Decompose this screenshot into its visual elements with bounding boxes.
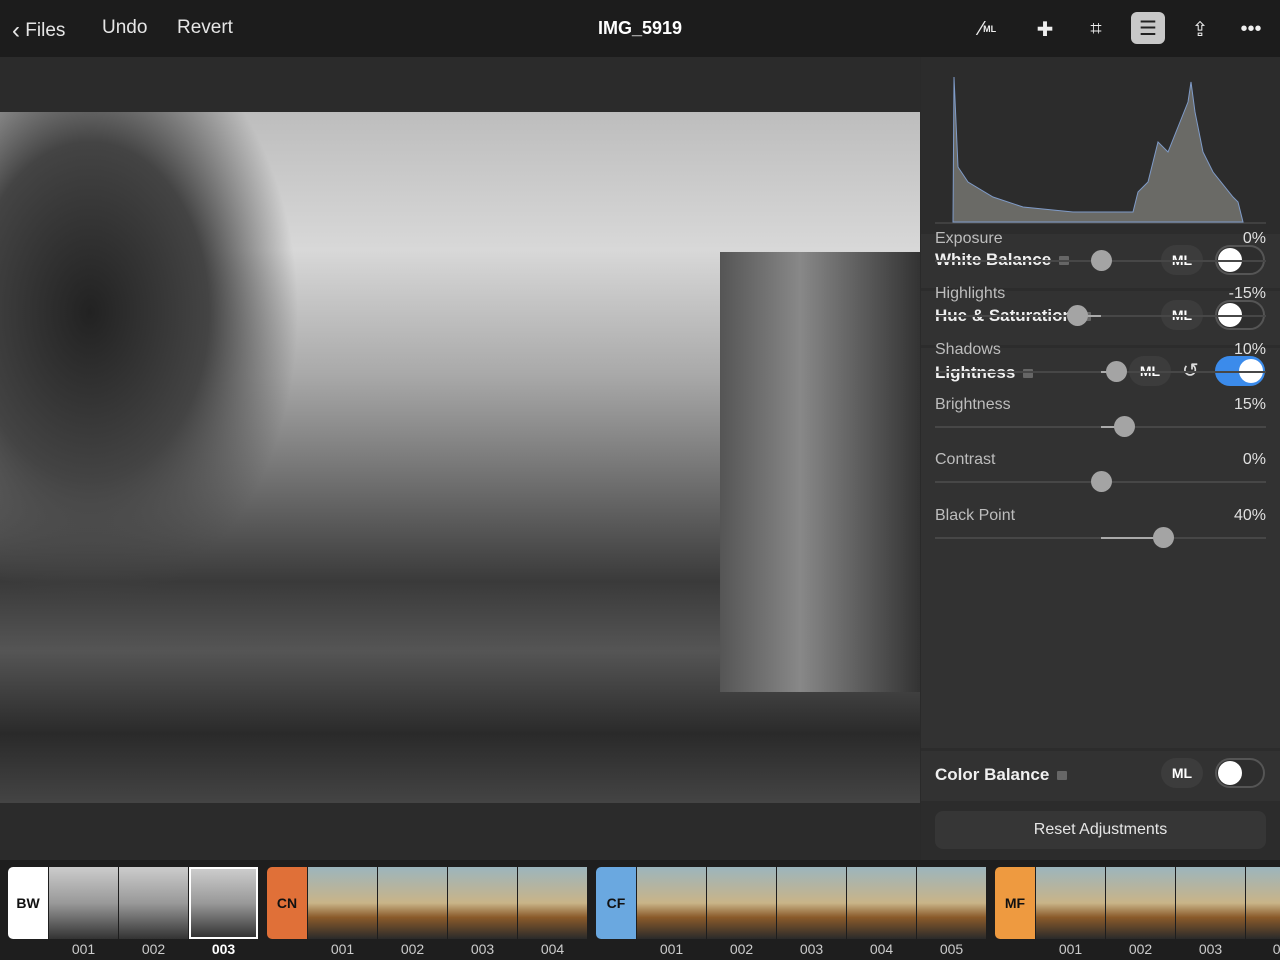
preset-label: 004 xyxy=(869,941,894,957)
slider-label: Shadows xyxy=(935,340,1001,358)
preset-label: 002 xyxy=(729,941,754,957)
more-icon[interactable]: ••• xyxy=(1236,14,1266,44)
slider-knob[interactable] xyxy=(1090,250,1112,271)
photo-preview[interactable] xyxy=(0,112,920,803)
preset-label: 00 xyxy=(1272,941,1280,957)
unlock-icon[interactable] xyxy=(1057,771,1068,781)
slider-track[interactable] xyxy=(935,250,1266,271)
preset-thumbnail[interactable] xyxy=(707,867,776,939)
slider-knob[interactable] xyxy=(1106,360,1127,382)
healing-bandage-icon[interactable]: ✚ xyxy=(1030,14,1060,44)
slider-knob[interactable] xyxy=(1067,305,1089,327)
histogram xyxy=(935,76,1266,224)
preset-group-tag[interactable]: MF xyxy=(995,867,1035,939)
preset-thumbnail[interactable] xyxy=(1176,867,1245,939)
slider-highlights[interactable]: Highlights -15% xyxy=(921,285,1280,340)
preset-label: 001 xyxy=(71,941,96,957)
slider-value: -15% xyxy=(1228,285,1266,303)
preset-filmstrip: BW 001 002 003 CN 001 002 003 004 CF 001 002 003 004 0… xyxy=(0,860,1280,960)
preset-thumbnail[interactable] xyxy=(378,867,447,939)
slider-value: 0% xyxy=(1242,451,1266,469)
crop-icon[interactable]: ⌗ xyxy=(1081,14,1111,44)
preset-thumbnail[interactable] xyxy=(917,867,986,939)
revert-button[interactable]: Revert xyxy=(177,17,233,39)
color-balance-toggle[interactable] xyxy=(1215,758,1265,788)
chevron-left-icon: ‹ xyxy=(12,17,20,44)
preset-group-tag[interactable]: BW xyxy=(8,867,48,939)
preset-thumbnail[interactable] xyxy=(637,867,706,939)
adjustments-panel: White Balance ML Hue & Saturation ML Lig… xyxy=(921,57,1280,860)
preset-label: 003 xyxy=(1198,941,1223,957)
preset-label: 002 xyxy=(1128,941,1153,957)
share-icon[interactable]: ⇪ xyxy=(1185,14,1215,44)
preset-thumbnail[interactable] xyxy=(119,867,188,939)
slider-shadows[interactable]: Shadows 10% xyxy=(921,341,1280,396)
preset-thumbnail[interactable] xyxy=(518,867,587,939)
slider-knob[interactable] xyxy=(1113,415,1135,437)
slider-value: 0% xyxy=(1242,230,1266,247)
slider-brightness[interactable]: Brightness 15% xyxy=(921,396,1280,451)
slider-track[interactable] xyxy=(935,526,1266,548)
preset-thumbnail[interactable] xyxy=(847,867,916,939)
top-bar: ‹ Files Undo Revert IMG_5919 ⁄ ML ✚ ⌗ ☰ ⇪… xyxy=(0,0,1280,57)
preset-thumbnail[interactable] xyxy=(308,867,377,939)
preset-thumbnail[interactable] xyxy=(49,867,118,939)
preset-group-tag[interactable]: CN xyxy=(267,867,307,939)
back-label: Files xyxy=(25,20,66,41)
slider-value: 40% xyxy=(1233,506,1266,524)
preset-label: 003 xyxy=(799,941,824,957)
undo-button[interactable]: Undo xyxy=(102,17,147,39)
preset-label: 002 xyxy=(141,941,166,957)
preset-label: 003 xyxy=(470,941,495,957)
preset-label: 002 xyxy=(400,941,425,957)
ml-button[interactable]: ML xyxy=(1161,758,1203,788)
slider-track[interactable] xyxy=(935,471,1266,493)
preset-thumbnail[interactable] xyxy=(1106,867,1175,939)
slider-value: 10% xyxy=(1233,340,1266,358)
preset-label: 001 xyxy=(659,941,684,957)
ml-magic-wand-icon[interactable]: ⁄ ML xyxy=(973,14,1003,44)
preset-thumbnail[interactable] xyxy=(448,867,517,939)
slider-label: Exposure xyxy=(935,230,1003,247)
slider-label: Contrast xyxy=(935,451,996,469)
slider-track[interactable] xyxy=(935,360,1266,382)
preset-label: 003 xyxy=(211,941,236,957)
reset-adjustments-button[interactable]: Reset Adjustments xyxy=(935,811,1266,849)
slider-knob[interactable] xyxy=(1152,526,1174,548)
slider-knob[interactable] xyxy=(1090,471,1112,493)
slider-exposure[interactable]: Exposure 0% xyxy=(921,230,1280,285)
preset-label: 004 xyxy=(540,941,565,957)
slider-label: Brightness xyxy=(935,395,1011,413)
preset-thumbnail[interactable] xyxy=(1036,867,1105,939)
preset-label: 001 xyxy=(1058,941,1083,957)
adjustments-sliders-icon[interactable]: ☰ xyxy=(1131,12,1165,44)
color-balance-section: Color Balance ML xyxy=(921,751,1280,801)
slider-track[interactable] xyxy=(935,305,1266,327)
slider-contrast[interactable]: Contrast 0% xyxy=(921,451,1280,506)
slider-value: 15% xyxy=(1233,395,1266,413)
slider-black-point[interactable]: Black Point 40% xyxy=(921,507,1280,562)
preset-thumbnail[interactable] xyxy=(777,867,846,939)
preset-label: 005 xyxy=(939,941,964,957)
back-button[interactable]: ‹ Files xyxy=(12,17,65,45)
preset-thumbnail[interactable] xyxy=(1246,867,1280,939)
preset-thumbnail[interactable] xyxy=(189,867,258,939)
preset-label: 001 xyxy=(330,941,355,957)
slider-track[interactable] xyxy=(935,415,1266,437)
preset-group-tag[interactable]: CF xyxy=(596,867,636,939)
slider-label: Highlights xyxy=(935,285,1006,303)
color-balance-title: Color Balance xyxy=(935,765,1050,784)
slider-label: Black Point xyxy=(935,506,1016,524)
lightness-section: Lightness ML ↺ Exposure 0% Highlights -1… xyxy=(921,230,1280,748)
